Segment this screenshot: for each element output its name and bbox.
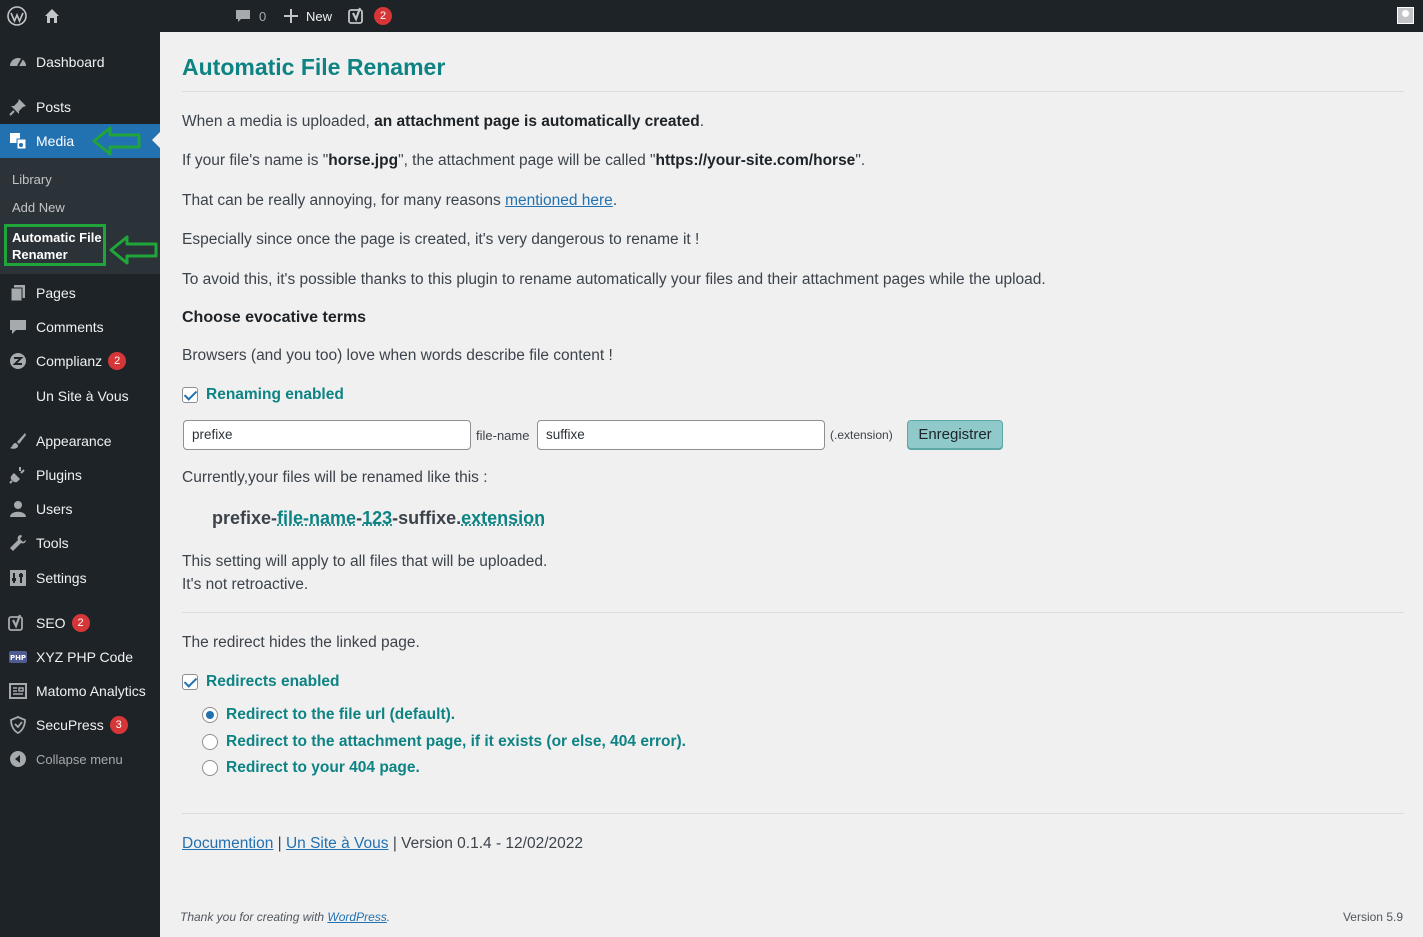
- collapse-menu-button[interactable]: Collapse menu: [0, 742, 160, 776]
- comments-link[interactable]: 0: [235, 0, 266, 32]
- svg-text:PHP: PHP: [10, 654, 26, 662]
- apply-note-2: It's not retroactive.: [182, 576, 309, 593]
- seo-badge: 2: [71, 614, 90, 632]
- yoast-adminbar[interactable]: 2: [348, 0, 392, 32]
- sidebar-item-settings[interactable]: Settings: [0, 561, 160, 595]
- section-heading: Choose evocative terms: [182, 309, 367, 326]
- radio-redirect-404[interactable]: Redirect to your 404 page.: [202, 759, 420, 777]
- wordpress-link[interactable]: WordPress: [327, 910, 386, 924]
- renaming-enabled-checkbox[interactable]: Renaming enabled: [182, 386, 344, 404]
- radio-redirect-file-url[interactable]: Redirect to the file url (default).: [202, 706, 455, 724]
- intro-paragraph-2: If your file's name is "horse.jpg", the …: [182, 152, 866, 169]
- plugin-icon: [0, 466, 36, 484]
- sidebar-item-pages[interactable]: Pages: [0, 276, 160, 310]
- comment-icon: [235, 8, 251, 24]
- page-title: Automatic File Renamer: [182, 54, 446, 80]
- un-site-a-vous-link[interactable]: Un Site à Vous: [286, 835, 389, 852]
- paintbrush-icon: [0, 432, 36, 450]
- dashboard-icon: [0, 53, 36, 71]
- radio-unselected-icon: [202, 734, 218, 750]
- divider: [182, 813, 1404, 814]
- redirects-enabled-checkbox[interactable]: Redirects enabled: [182, 673, 340, 691]
- apply-note-1: This setting will apply to all files tha…: [182, 553, 548, 570]
- intro-paragraph-3: That can be really annoying, for many re…: [182, 192, 618, 209]
- new-label: New: [306, 8, 333, 24]
- plugin-footer: Documention | Un Site à Vous | Version 0…: [182, 835, 583, 852]
- redirect-intro: The redirect hides the linked page.: [182, 634, 420, 651]
- sidebar-item-secupress[interactable]: SecuPress 3: [0, 708, 160, 742]
- plus-icon: [284, 9, 298, 23]
- pin-icon: [0, 98, 36, 116]
- user-avatar-icon[interactable]: [1397, 7, 1414, 24]
- sidebar-item-matomo-analytics[interactable]: Matomo Analytics: [0, 674, 160, 708]
- filename-label: file-name: [476, 428, 530, 443]
- radio-selected-icon: [202, 707, 218, 723]
- currently-text: Currently,your files will be renamed lik…: [182, 469, 488, 486]
- sidebar-item-comments[interactable]: Comments: [0, 310, 160, 344]
- section-description: Browsers (and you too) love when words d…: [182, 347, 613, 364]
- sidebar-item-plugins[interactable]: Plugins: [0, 458, 160, 492]
- admin-sidebar: Dashboard Posts Media Library Add New Au…: [0, 32, 160, 937]
- complianz-badge: 2: [108, 352, 127, 370]
- users-icon: [0, 500, 36, 518]
- suffix-input[interactable]: suffixe: [537, 420, 825, 450]
- sidebar-item-complianz[interactable]: Complianz 2: [0, 344, 160, 378]
- divider: [182, 612, 1404, 613]
- intro-paragraph-1: When a media is uploaded, an attachment …: [182, 113, 705, 130]
- annotation-arrow-icon: [109, 235, 158, 265]
- checkbox-checked-icon: [182, 674, 198, 690]
- sidebar-item-tools[interactable]: Tools: [0, 526, 160, 560]
- collapse-icon: [0, 750, 36, 768]
- wp-footer-thanks: Thank you for creating with WordPress.: [180, 910, 391, 924]
- sidebar-item-seo[interactable]: SEO 2: [0, 606, 160, 640]
- pages-icon: [0, 284, 36, 302]
- wp-version: Version 5.9: [1342, 910, 1403, 924]
- sidebar-item-dashboard[interactable]: Dashboard: [0, 45, 160, 79]
- sidebar-item-xyz-php-code[interactable]: PHP XYZ PHP Code: [0, 640, 160, 674]
- secupress-badge: 3: [109, 716, 128, 734]
- submenu-add-new[interactable]: Add New: [12, 200, 65, 215]
- media-icon: [0, 132, 36, 150]
- extension-label: (.extension): [830, 428, 893, 442]
- active-menu-notch: [152, 132, 160, 148]
- yoast-badge: 2: [374, 7, 392, 25]
- submenu-automatic-file-renamer[interactable]: Automatic File Renamer: [4, 224, 106, 266]
- intro-paragraph-5: To avoid this, it's possible thanks to t…: [182, 271, 1046, 288]
- yoast-icon: [348, 7, 368, 25]
- save-button[interactable]: Enregistrer: [907, 420, 1003, 449]
- yoast-icon: [0, 614, 36, 632]
- comments-count: 0: [259, 8, 267, 24]
- prefix-input[interactable]: prefixe: [183, 420, 471, 450]
- divider: [182, 91, 1404, 92]
- shield-icon: [0, 716, 36, 734]
- complianz-icon: [0, 352, 36, 370]
- analytics-icon: [0, 683, 36, 699]
- new-content-button[interactable]: New: [284, 0, 332, 32]
- admin-bar: 0 New 2: [0, 0, 1423, 32]
- intro-paragraph-4: Especially since once the page is create…: [182, 231, 700, 248]
- wordpress-logo-icon[interactable]: [7, 0, 27, 32]
- checkbox-checked-icon: [182, 387, 198, 403]
- documentation-link[interactable]: Documention: [182, 835, 273, 852]
- mentioned-here-link[interactable]: mentioned here: [505, 192, 613, 209]
- sidebar-item-appearance[interactable]: Appearance: [0, 424, 160, 458]
- sidebar-item-un-site-a-vous[interactable]: Un Site à Vous: [0, 379, 160, 413]
- comment-icon: [0, 318, 36, 336]
- sidebar-item-users[interactable]: Users: [0, 492, 160, 526]
- settings-icon: [0, 569, 36, 587]
- annotation-arrow-icon: [92, 126, 141, 156]
- home-icon[interactable]: [43, 0, 61, 32]
- radio-redirect-attachment-page[interactable]: Redirect to the attachment page, if it e…: [202, 733, 686, 751]
- submenu-library[interactable]: Library: [12, 172, 52, 187]
- sidebar-item-posts[interactable]: Posts: [0, 90, 160, 124]
- rename-example: prefixe-file-name-123-suffixe.extension: [212, 508, 546, 528]
- wrench-icon: [0, 534, 36, 552]
- php-icon: PHP: [0, 651, 36, 663]
- radio-unselected-icon: [202, 760, 218, 776]
